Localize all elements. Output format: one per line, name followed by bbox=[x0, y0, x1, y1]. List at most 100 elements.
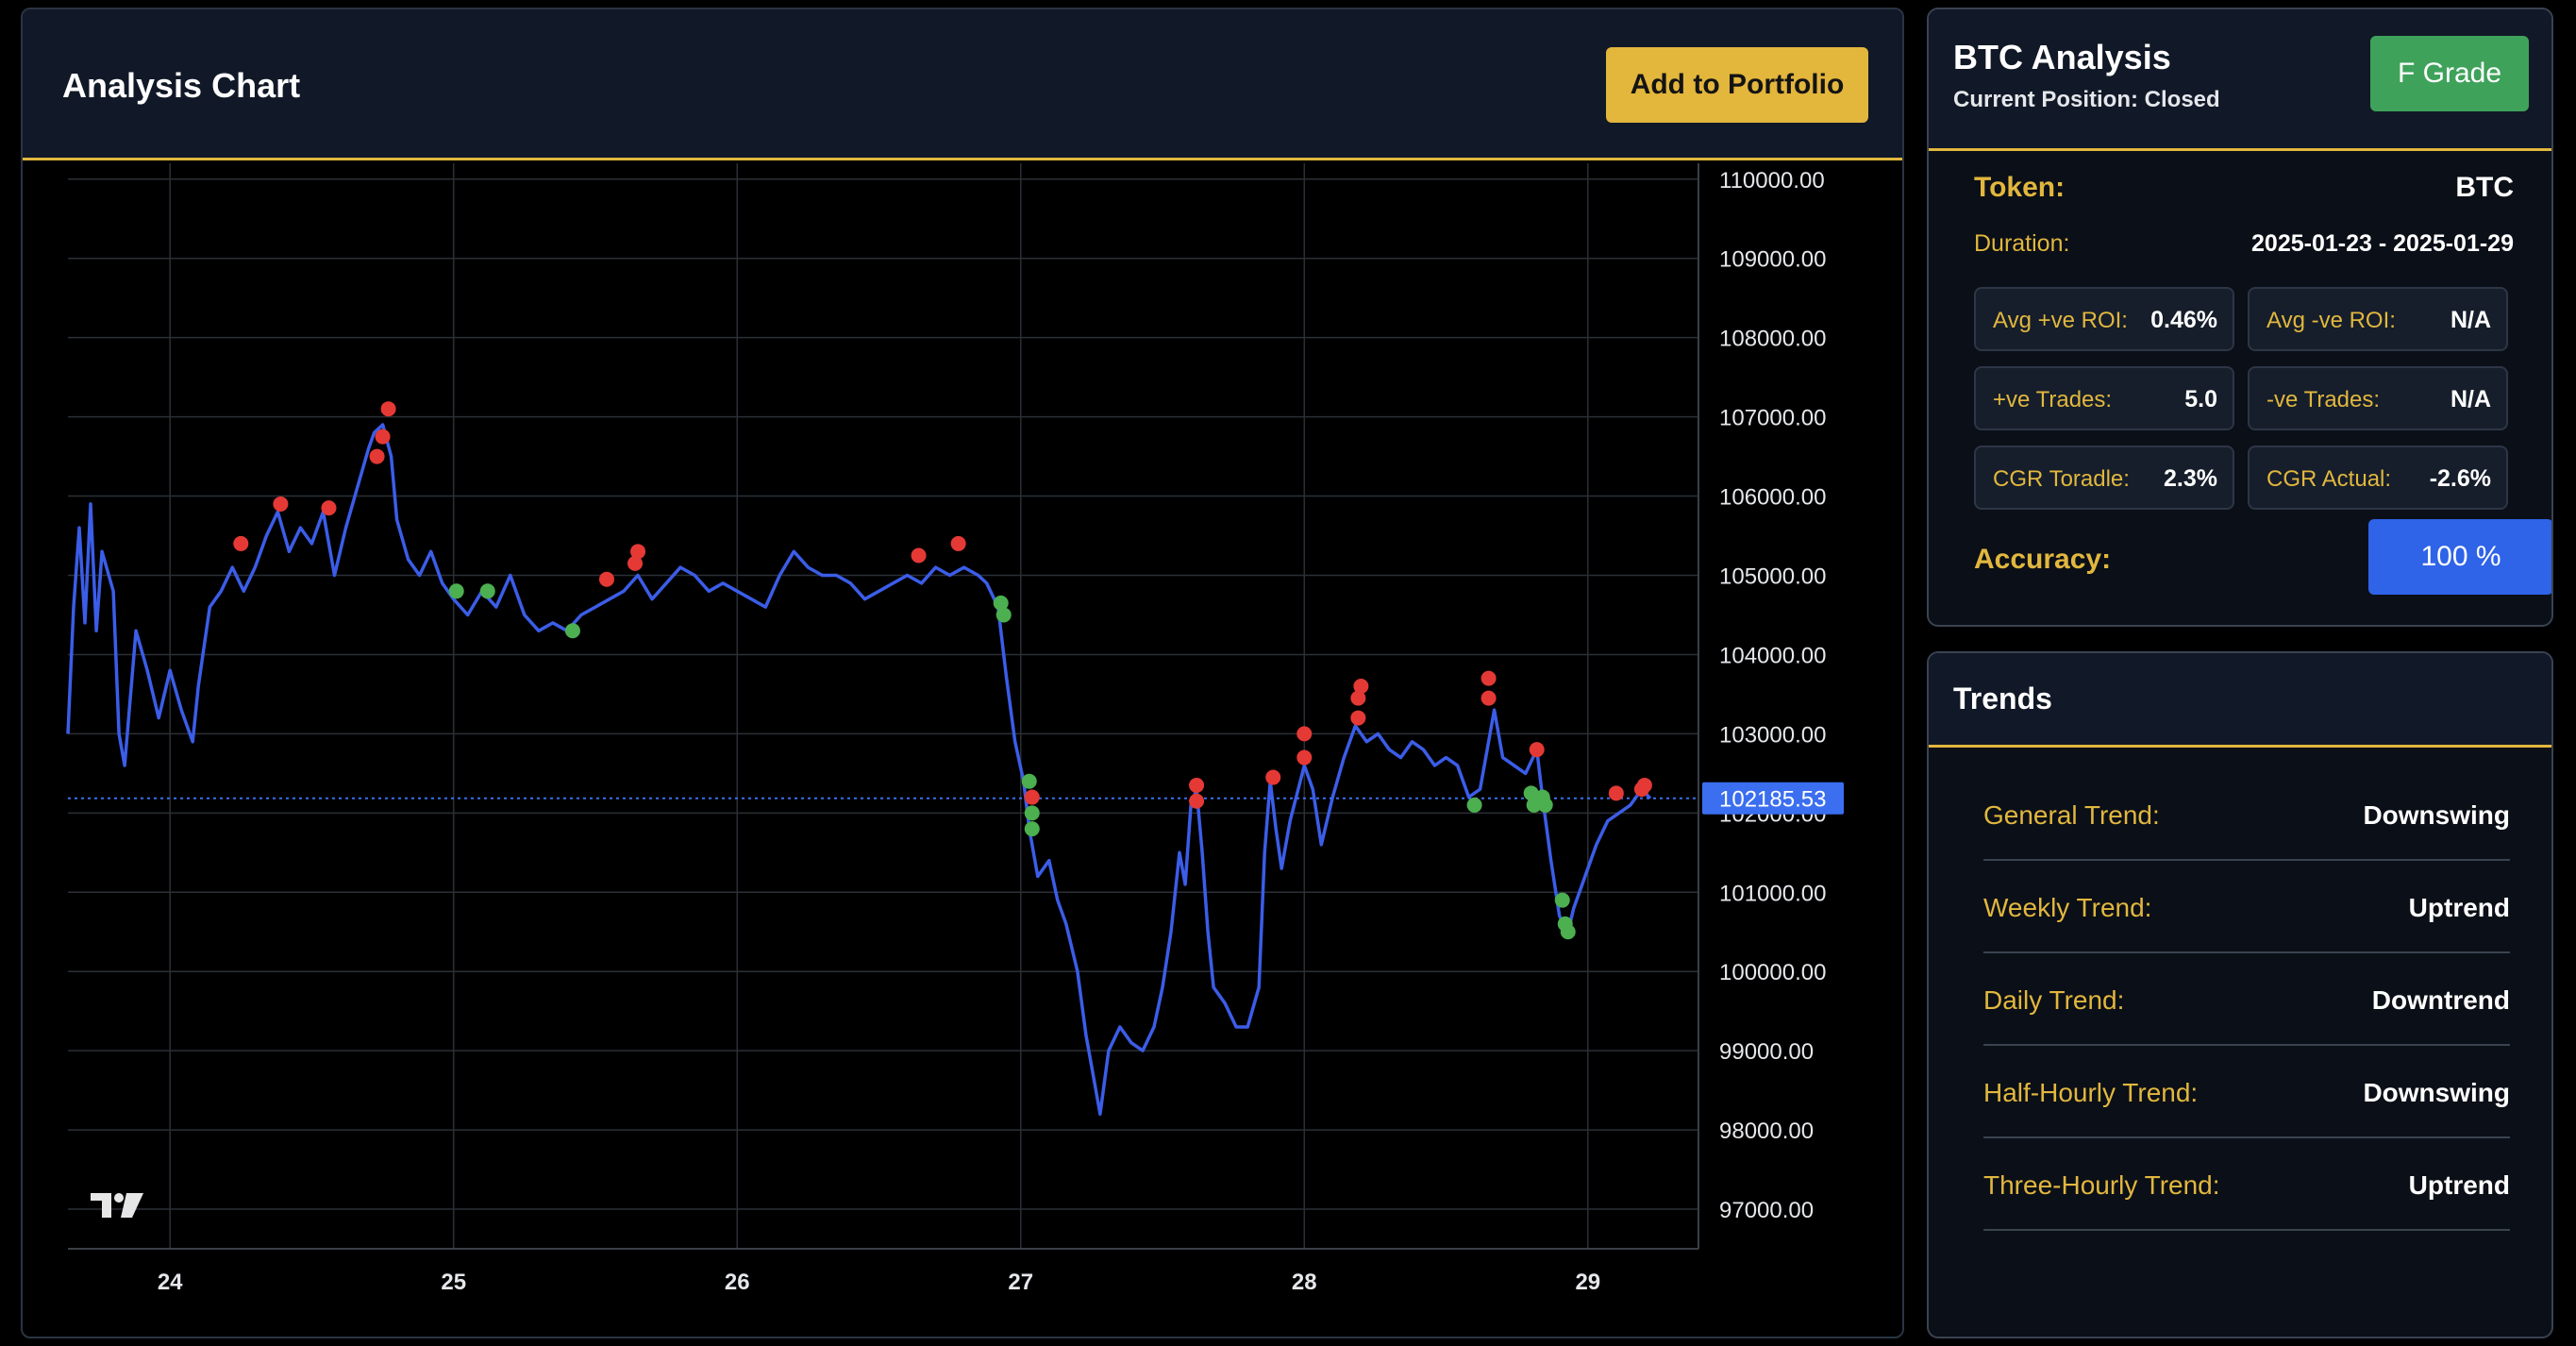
buy-marker bbox=[564, 623, 580, 639]
buy-marker bbox=[1560, 924, 1576, 940]
current-position-text: Current Position: Closed bbox=[1953, 87, 2220, 112]
sell-marker bbox=[1350, 710, 1366, 726]
stat-cgr-actual: CGR Actual: -2.6% bbox=[2248, 446, 2508, 510]
buy-marker bbox=[1024, 805, 1040, 821]
btc-analysis-card: BTC Analysis Current Position: Closed F … bbox=[1927, 8, 2553, 627]
price-line-series bbox=[66, 423, 1652, 1117]
buy-marker bbox=[1537, 797, 1553, 813]
y-tick-label: 106000.00 bbox=[1719, 485, 1826, 511]
duration-label: Duration: bbox=[1974, 230, 2070, 257]
sell-marker bbox=[1189, 777, 1205, 793]
current-price-label: 102185.53 bbox=[1719, 787, 1826, 813]
y-tick-label: 98000.00 bbox=[1719, 1119, 1814, 1144]
sell-marker bbox=[1480, 670, 1497, 686]
trends-card: Trends General Trend: Downswing Weekly T… bbox=[1927, 651, 2553, 1338]
sell-marker bbox=[321, 500, 337, 516]
sell-marker bbox=[1296, 726, 1313, 742]
token-label: Token: bbox=[1974, 172, 2066, 203]
accuracy-label: Accuracy: bbox=[1974, 544, 2112, 575]
price-chart[interactable]: 110000.00 109000.00 108000.00 107000.00 1060… bbox=[23, 163, 1904, 1338]
tradingview-logo-icon bbox=[91, 1193, 143, 1218]
trend-label: General Trend: bbox=[1983, 800, 2160, 830]
stat-negative-trades: -ve Trades: N/A bbox=[2248, 366, 2508, 430]
sell-marker bbox=[369, 448, 385, 464]
accuracy-badge-button[interactable]: 100 % bbox=[2368, 519, 2551, 595]
trend-value: Downswing bbox=[2363, 800, 2510, 830]
sell-marker bbox=[1189, 793, 1205, 809]
sell-marker bbox=[1024, 789, 1040, 805]
stat-value: N/A bbox=[2450, 307, 2491, 333]
y-tick-label: 104000.00 bbox=[1719, 643, 1826, 668]
duration-row: Duration: 2025-01-23 - 2025-01-29 bbox=[1974, 230, 2514, 262]
sell-marker bbox=[1265, 769, 1281, 785]
chart-panel-title: Analysis Chart bbox=[62, 66, 301, 105]
stat-label: +ve Trades: bbox=[1993, 387, 2113, 412]
stat-cgr-toradle: CGR Toradle: 2.3% bbox=[1974, 446, 2234, 510]
stat-label: CGR Toradle: bbox=[1993, 466, 2130, 492]
stat-value: 5.0 bbox=[2184, 386, 2217, 412]
analysis-title: BTC Analysis bbox=[1953, 38, 2171, 76]
sell-marker bbox=[950, 535, 966, 551]
trend-value: Uptrend bbox=[2408, 893, 2510, 922]
y-tick-label: 109000.00 bbox=[1719, 247, 1826, 273]
sell-marker bbox=[598, 571, 614, 587]
stat-value: 0.46% bbox=[2150, 307, 2217, 333]
stat-label: Avg -ve ROI: bbox=[2267, 308, 2396, 333]
trend-value: Downtrend bbox=[2371, 985, 2510, 1015]
stat-positive-trades: +ve Trades: 5.0 bbox=[1974, 366, 2234, 430]
y-tick-label: 103000.00 bbox=[1719, 722, 1826, 748]
trend-value: Uptrend bbox=[2408, 1170, 2510, 1200]
buy-marker bbox=[995, 607, 1012, 623]
y-tick-label: 101000.00 bbox=[1719, 881, 1826, 906]
y-tick-label: 100000.00 bbox=[1719, 960, 1826, 985]
sell-marker bbox=[273, 496, 289, 512]
y-tick-label: 107000.00 bbox=[1719, 406, 1826, 431]
stat-label: Avg +ve ROI: bbox=[1993, 308, 2128, 333]
grade-badge-button[interactable]: F Grade bbox=[2370, 36, 2529, 111]
y-tick-label: 97000.00 bbox=[1719, 1198, 1814, 1223]
x-tick-label: 29 bbox=[1575, 1270, 1600, 1295]
stat-avg-negative-roi: Avg -ve ROI: N/A bbox=[2248, 287, 2508, 351]
x-tick-label: 25 bbox=[441, 1270, 466, 1295]
token-row: Token: BTC bbox=[1974, 172, 2514, 210]
trend-value: Downswing bbox=[2363, 1078, 2510, 1107]
x-tick-label: 27 bbox=[1008, 1270, 1033, 1295]
y-tick-label: 105000.00 bbox=[1719, 564, 1826, 589]
duration-value: 2025-01-23 - 2025-01-29 bbox=[2251, 230, 2514, 257]
stat-avg-positive-roi: Avg +ve ROI: 0.46% bbox=[1974, 287, 2234, 351]
sell-marker bbox=[233, 535, 249, 551]
trend-row-daily: Daily Trend: Downtrend bbox=[1983, 953, 2510, 1046]
trend-row-half-hourly: Half-Hourly Trend: Downswing bbox=[1983, 1046, 2510, 1138]
sell-marker bbox=[1529, 742, 1545, 758]
analysis-header: BTC Analysis Current Position: Closed F … bbox=[1929, 9, 2551, 151]
buy-marker bbox=[479, 583, 495, 599]
trend-label: Half-Hourly Trend: bbox=[1983, 1078, 2199, 1107]
y-tick-label: 99000.00 bbox=[1719, 1039, 1814, 1065]
sell-marker bbox=[375, 429, 391, 445]
sell-marker bbox=[911, 547, 927, 564]
stat-value: -2.6% bbox=[2429, 465, 2491, 492]
stat-label: CGR Actual: bbox=[2267, 466, 2392, 492]
x-tick-label: 28 bbox=[1292, 1270, 1317, 1295]
buy-marker bbox=[1021, 773, 1037, 789]
trend-label: Three-Hourly Trend: bbox=[1983, 1170, 2220, 1200]
stat-label: -ve Trades: bbox=[2267, 387, 2381, 412]
sell-marker bbox=[1296, 749, 1313, 766]
analysis-chart-panel: Analysis Chart Add to Portfolio 110000.0… bbox=[21, 8, 1904, 1338]
sell-marker bbox=[630, 544, 646, 560]
x-tick-label: 26 bbox=[725, 1270, 750, 1295]
y-tick-label: 108000.00 bbox=[1719, 327, 1826, 352]
trend-row-weekly: Weekly Trend: Uptrend bbox=[1983, 861, 2510, 953]
trend-row-three-hourly: Three-Hourly Trend: Uptrend bbox=[1983, 1138, 2510, 1231]
trend-label: Daily Trend: bbox=[1983, 985, 2125, 1015]
trend-row-general: General Trend: Downswing bbox=[1983, 768, 2510, 861]
sell-marker bbox=[1353, 679, 1369, 695]
x-tick-label: 24 bbox=[158, 1270, 183, 1295]
buy-marker bbox=[1024, 821, 1040, 837]
sell-marker bbox=[1480, 690, 1497, 706]
stat-value: 2.3% bbox=[2164, 465, 2217, 492]
add-to-portfolio-button[interactable]: Add to Portfolio bbox=[1606, 47, 1868, 123]
sell-marker bbox=[1608, 785, 1624, 801]
chart-header: Analysis Chart Add to Portfolio bbox=[23, 9, 1902, 160]
buy-marker bbox=[1466, 797, 1482, 813]
